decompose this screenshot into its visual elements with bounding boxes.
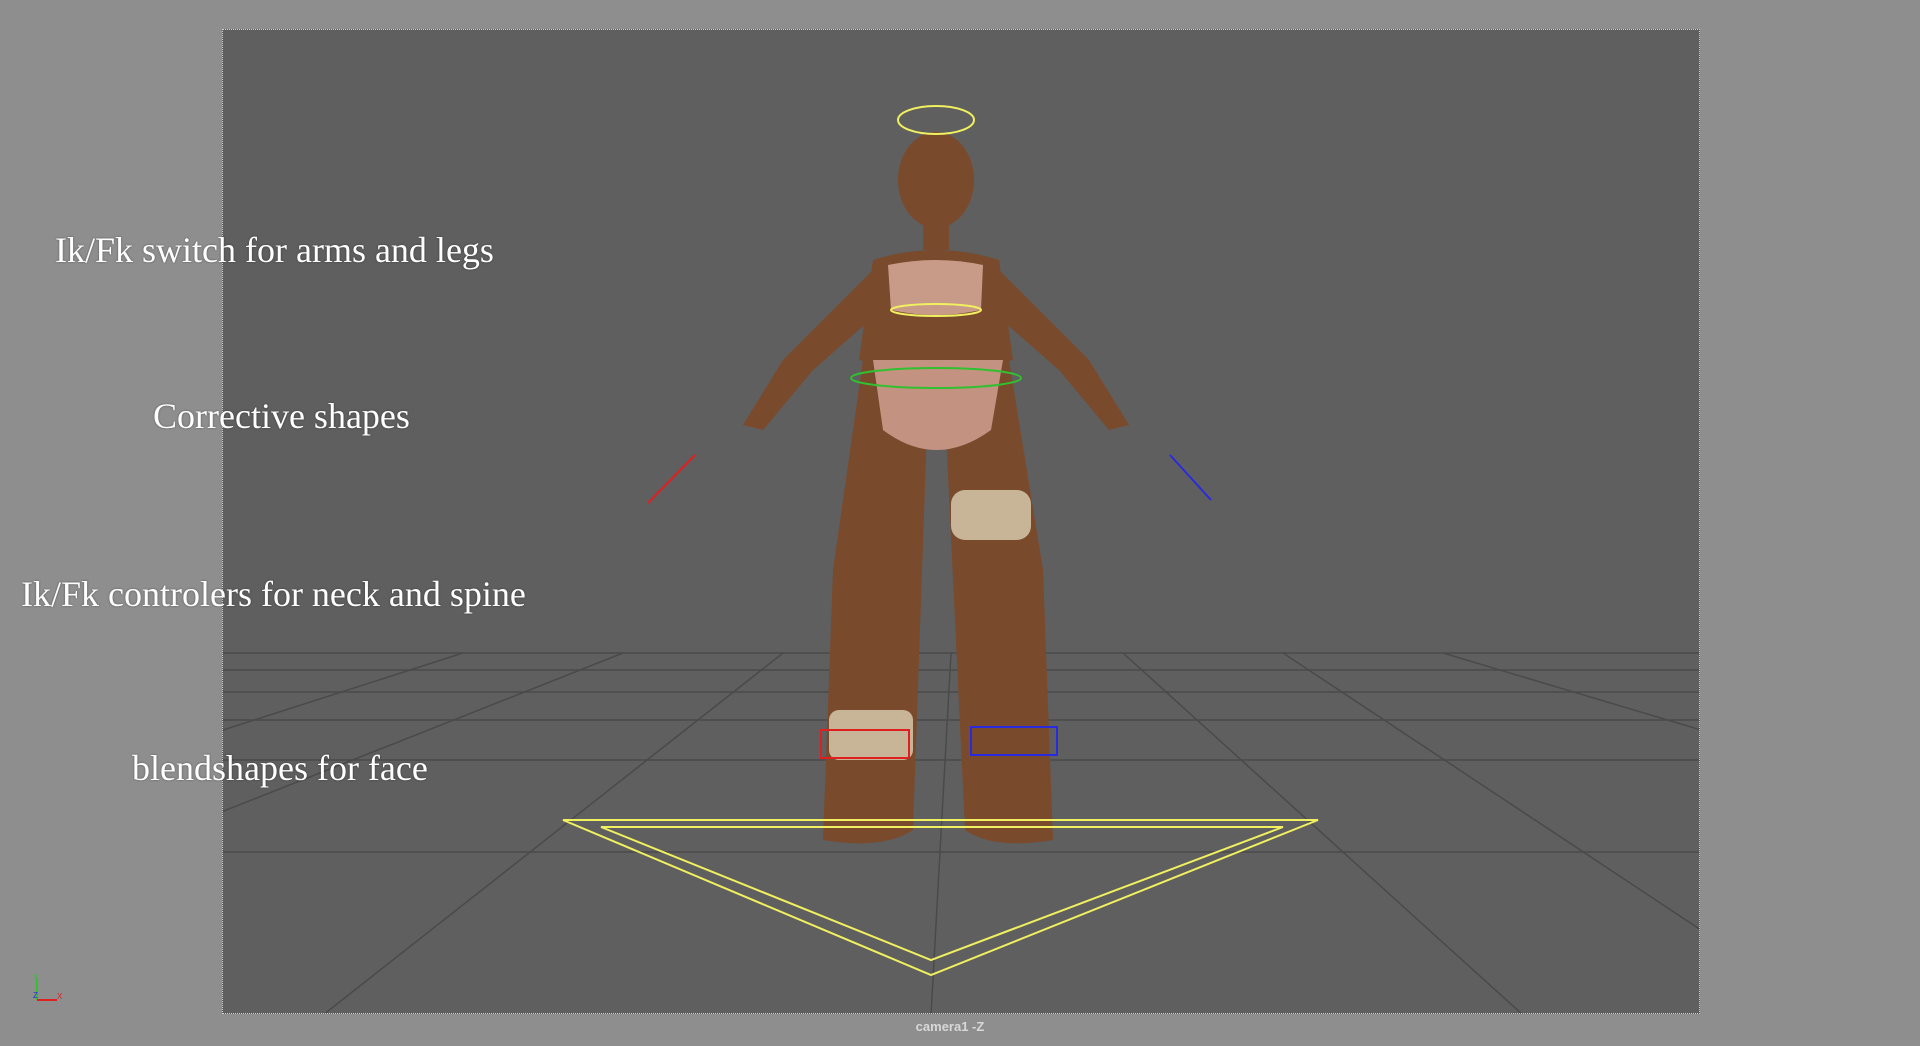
axis-z-label: Z	[33, 991, 38, 1000]
caption-corrective-shapes: Corrective shapes	[153, 396, 410, 436]
caption-ikfk-switch: Ik/Fk switch for arms and legs	[55, 230, 494, 270]
caption-ikfk-controllers: Ik/Fk controlers for neck and spine	[21, 574, 526, 614]
axis-x-label: X	[57, 992, 63, 1001]
scene	[223, 105, 1699, 1013]
character-mesh	[743, 132, 1129, 844]
camera-label: camera1 -Z	[915, 1019, 985, 1034]
axis-y-label: Y	[33, 973, 39, 982]
axis-gizmo-icon: Y Z X	[30, 972, 70, 1017]
3d-viewport[interactable]	[222, 29, 1700, 1014]
caption-blendshapes: blendshapes for face	[132, 748, 428, 788]
